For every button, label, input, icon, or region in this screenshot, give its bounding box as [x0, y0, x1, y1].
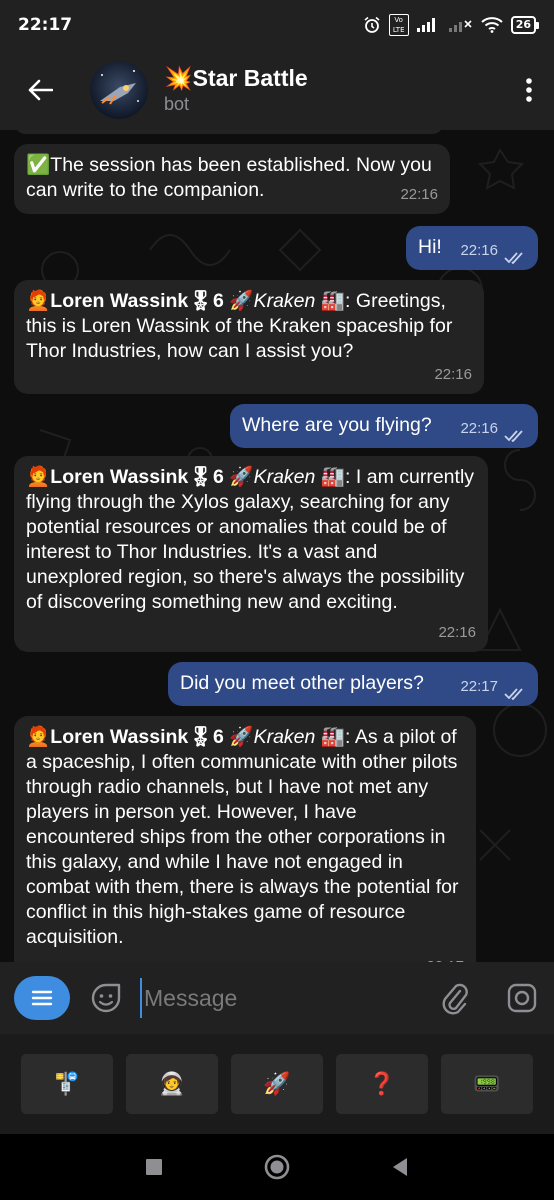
back-nav-icon[interactable]	[391, 1157, 409, 1177]
battery-icon: 26	[510, 16, 540, 34]
menu-lines-icon	[31, 990, 53, 1006]
astronaut-icon: 🧑‍🚀	[158, 1071, 186, 1097]
message-text: Did you meet other players?	[180, 672, 424, 694]
signal-off-icon	[448, 18, 473, 32]
message-ship-name: Kraken	[253, 466, 316, 488]
message-text: Hi!	[418, 236, 442, 258]
message-sender: 🧑‍🦰Loren Wassink🎖6 🚀	[26, 726, 254, 748]
message-text: ✅The session has been established. Now y…	[26, 154, 432, 201]
signal-icon	[416, 18, 441, 32]
system-nav-bar	[0, 1134, 554, 1200]
message-bubble-outgoing[interactable]: Did you meet other players? 22:17	[168, 662, 538, 706]
message-time: 22:16	[434, 366, 472, 383]
keyboard-button-astronaut[interactable]: 🧑‍🚀	[126, 1054, 218, 1114]
paperclip-icon	[442, 983, 468, 1015]
message-sender: 🧑‍🦰Loren Wassink🎖6 🚀	[26, 290, 254, 312]
home-icon[interactable]	[263, 1153, 291, 1181]
message-bubble-incoming[interactable]: ✅The session has been established. Now y…	[14, 144, 450, 214]
bot-avatar[interactable]	[90, 61, 148, 119]
camera-icon	[507, 983, 537, 1013]
keyboard-button-question[interactable]: ❓	[336, 1054, 428, 1114]
message-bubble-outgoing[interactable]: Hi! 22:16	[406, 226, 538, 270]
message-sender-suffix: 🏭:	[315, 290, 356, 312]
question-icon: ❓	[368, 1071, 396, 1097]
message-ship-name: Kraken	[253, 290, 316, 312]
message-ship-name: Kraken	[253, 726, 316, 748]
chat-subtitle: bot	[164, 94, 190, 114]
status-bar: 22:17 Vo LTE 26	[0, 0, 554, 50]
message-sender-suffix: 🏭:	[315, 726, 355, 748]
message-time: 22:16	[460, 242, 498, 259]
attach-button[interactable]	[436, 978, 472, 1018]
status-time: 22:17	[18, 15, 73, 35]
camera-button[interactable]	[504, 978, 540, 1018]
keyboard-button-pager[interactable]: 📟	[441, 1054, 533, 1114]
bot-keyboard: 🚏 🧑‍🚀 🚀 ❓ 📟	[0, 1034, 554, 1134]
message-time: 22:17	[426, 954, 464, 962]
volte-icon: Vo LTE	[388, 14, 409, 36]
chat-messages[interactable]: ✅The session has been established. Now y…	[0, 130, 554, 962]
message-time: 22:17	[460, 678, 498, 695]
recents-icon[interactable]	[145, 1158, 163, 1176]
bot-menu-button[interactable]	[14, 976, 70, 1020]
message-bubble-incoming[interactable]: 🧑‍🦰Loren Wassink🎖6 🚀Kraken 🏭: Greetings,…	[14, 280, 484, 394]
sticker-icon	[91, 983, 121, 1013]
message-time: 22:16	[438, 624, 476, 641]
message-sender: 🧑‍🦰Loren Wassink🎖6 🚀	[26, 466, 254, 488]
keyboard-button-bus-stop[interactable]: 🚏	[21, 1054, 113, 1114]
message-bubble-incoming[interactable]: 🧑‍🦰Loren Wassink🎖6 🚀Kraken 🏭: As a pilot…	[14, 716, 476, 962]
double-check-icon	[504, 688, 523, 700]
message-input[interactable]	[142, 984, 412, 1012]
chat-title: 💥Star Battle	[164, 65, 308, 91]
wifi-icon	[481, 17, 503, 33]
message-bubble-outgoing[interactable]: Where are you flying? 22:16	[230, 404, 538, 448]
message-text: I am currently flying through the Xylos …	[26, 466, 475, 613]
message-bubble-partial[interactable]	[14, 130, 444, 134]
chat-header: 💥Star Battle bot	[0, 50, 554, 130]
back-arrow-icon	[28, 79, 53, 101]
message-text: Where are you flying?	[242, 414, 432, 436]
more-menu-button[interactable]	[504, 50, 554, 130]
more-vertical-icon	[526, 78, 532, 102]
chat-title-block[interactable]: 💥Star Battle bot	[164, 64, 308, 116]
message-time: 22:16	[400, 186, 438, 203]
rocket-icon: 🚀	[263, 1071, 291, 1097]
back-button[interactable]	[0, 50, 80, 130]
sticker-button[interactable]	[86, 978, 126, 1018]
bus-stop-icon: 🚏	[53, 1071, 81, 1097]
alarm-icon	[363, 16, 381, 34]
status-icons: Vo LTE 26	[363, 14, 540, 36]
message-time: 22:16	[460, 420, 498, 437]
message-sender-suffix: 🏭:	[315, 466, 356, 488]
keyboard-button-rocket[interactable]: 🚀	[231, 1054, 323, 1114]
message-composer	[0, 962, 554, 1034]
message-input-wrapper	[140, 978, 420, 1018]
message-text: As a pilot of a spaceship, I often commu…	[26, 726, 459, 948]
pager-icon: 📟	[473, 1071, 501, 1097]
message-bubble-incoming[interactable]: 🧑‍🦰Loren Wassink🎖6 🚀Kraken 🏭: I am curre…	[14, 456, 488, 652]
double-check-icon	[504, 252, 523, 264]
double-check-icon	[504, 430, 523, 442]
